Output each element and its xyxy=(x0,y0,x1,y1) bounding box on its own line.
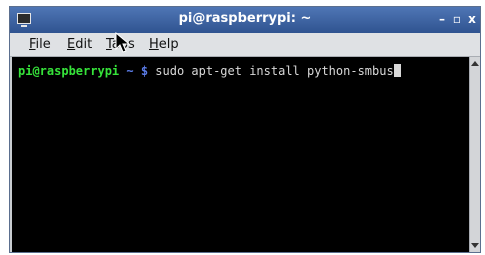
scroll-down-icon[interactable] xyxy=(471,243,479,248)
prompt-directory: ~ $ xyxy=(119,64,156,78)
text-cursor xyxy=(393,64,401,77)
command-text: sudo apt-get install python-smbus xyxy=(155,64,394,78)
command-line: pi@raspberrypi ~ $ sudo apt-get install … xyxy=(18,64,401,78)
menu-edit[interactable]: Edit xyxy=(67,37,92,52)
mouse-pointer-icon xyxy=(115,32,131,53)
title-bar[interactable]: pi@raspberrypi: ~ – ▫ x xyxy=(10,7,480,33)
minimize-button[interactable]: – xyxy=(435,12,449,26)
window-title: pi@raspberrypi: ~ xyxy=(178,11,312,26)
menu-bar: File Edit Tabs Help xyxy=(10,33,480,57)
scroll-up-icon[interactable] xyxy=(471,61,479,66)
maximize-button[interactable]: ▫ xyxy=(450,12,464,26)
menu-help[interactable]: Help xyxy=(149,37,179,52)
vertical-scrollbar[interactable] xyxy=(469,57,480,252)
terminal-output[interactable]: pi@raspberrypi ~ $ sudo apt-get install … xyxy=(12,57,470,252)
menu-file[interactable]: File xyxy=(29,37,51,52)
terminal-window: pi@raspberrypi: ~ – ▫ x File Edit Tabs H… xyxy=(9,6,481,253)
close-button[interactable]: x xyxy=(465,12,479,26)
prompt-user: pi@raspberrypi xyxy=(18,64,120,78)
